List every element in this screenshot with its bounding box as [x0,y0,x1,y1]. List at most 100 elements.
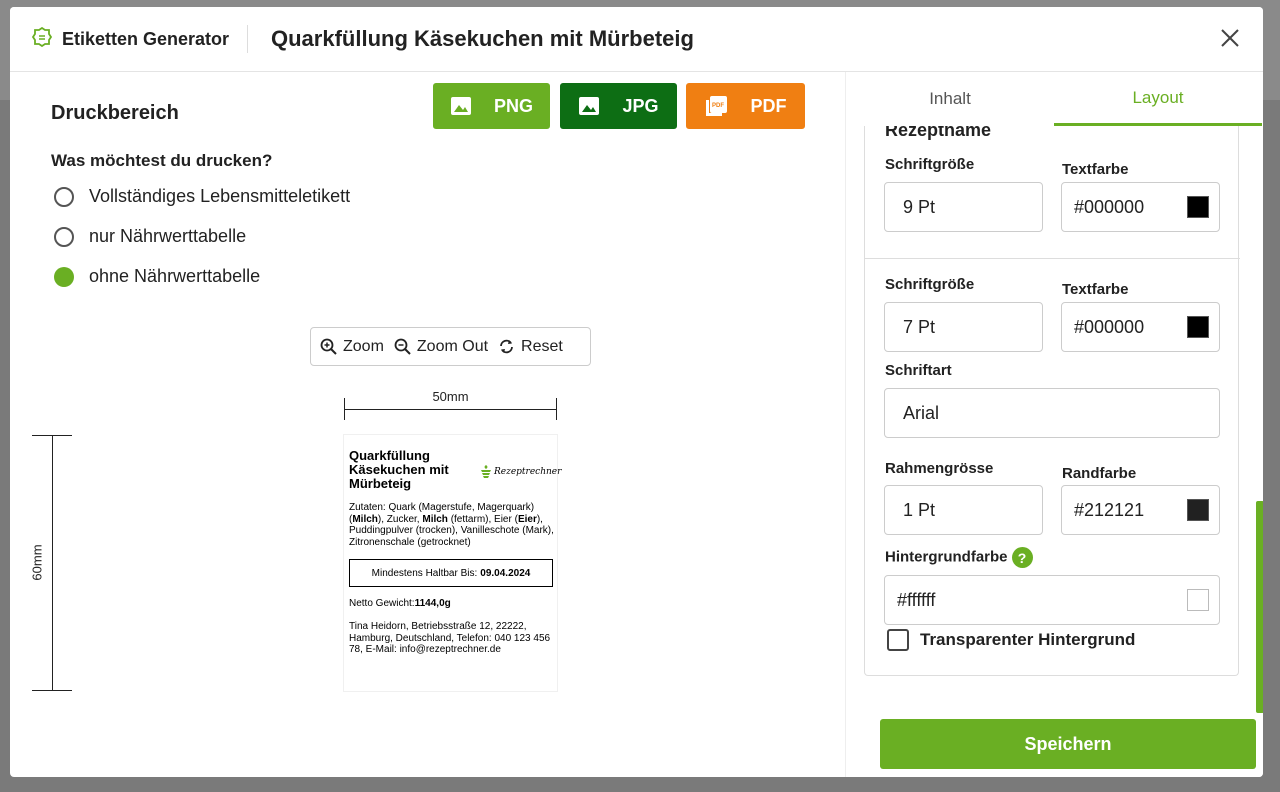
net-weight-value: 1144,0g [414,598,451,609]
dimension-tick [32,690,72,691]
border-size-label: Rahmengrösse [885,460,994,477]
height-dimension: 60mm [29,435,72,691]
width-dimension: 50mm [344,389,557,420]
font-family-value: Arial [903,402,940,423]
best-before-label: Mindestens Haltbar Bis: [371,567,478,579]
font-size-label: Schriftgröße [885,156,975,173]
font-family-select[interactable]: Arial [884,388,1220,438]
export-png-button[interactable]: PNG [433,83,550,129]
label-preview: Quarkfüllung Käsekuchen mit Mürbeteig Re… [344,435,561,691]
layout-settings-card: Rezeptname Schriftgröße Textfarbe 9 Pt #… [864,126,1240,676]
dimension-tick [344,398,345,420]
layout-settings-scroll[interactable]: Rezeptname Schriftgröße Textfarbe 9 Pt #… [846,126,1263,716]
allergen-text: Eier [517,513,537,525]
option-nutrition-only[interactable]: nur Nährwerttabelle [54,226,246,247]
reset-label: Reset [521,337,563,355]
net-weight-label: Netto Gewicht: [349,598,415,609]
settings-panel: Inhalt Layout Rezeptname Schriftgröße Te… [845,72,1263,777]
best-before-date: 09.04.2024 [480,567,531,579]
border-color-input[interactable]: #212121 [1061,485,1220,535]
zoom-toolbar: Zoom Zoom Out Reset [310,327,591,366]
modal-title: Quarkfüllung Käsekuchen mit Mürbeteig [271,26,694,51]
transparent-background-label: Transparenter Hintergrund [920,630,1136,649]
header-divider [247,25,248,53]
print-question: Was möchtest du drucken? [51,151,273,170]
radio-button[interactable] [54,226,74,247]
color-swatch[interactable] [1187,196,1209,218]
rezeptrechner-logo-icon [481,465,491,478]
image-icon [579,97,600,115]
transparent-background-option[interactable]: Transparenter Hintergrund [887,629,1135,651]
font-size-input[interactable]: 7 Pt [884,302,1043,352]
font-size-input[interactable]: 9 Pt [884,182,1043,232]
text-color-label: Textfarbe [1062,281,1129,298]
modal-header: Etiketten Generator Quarkfüllung Käsekuc… [10,7,1263,72]
background-color-label: Hintergrundfarbe? [885,547,1033,568]
zoom-out-button[interactable]: Zoom Out [394,338,488,356]
color-swatch[interactable] [1187,316,1209,338]
zoom-in-icon [320,338,337,355]
option-label: nur Nährwerttabelle [89,226,247,246]
radio-button-selected[interactable] [54,266,74,287]
brand-name: Etiketten Generator [62,29,230,49]
width-label: 50mm [432,389,469,404]
font-size-label: Schriftgröße [885,276,975,293]
print-area-panel: Druckbereich PNG JPG PDF PDF Was möchtes… [10,72,845,777]
scrollbar[interactable] [1256,501,1263,713]
zoom-in-label: Zoom [343,337,384,355]
background-color-text: Hintergrundfarbe [885,548,1008,566]
text-color-value: #000000 [1074,196,1145,217]
ingredients-text: ), Zucker, [377,513,423,525]
help-icon[interactable]: ? [1011,547,1033,568]
zoom-in-button[interactable]: Zoom [320,338,384,356]
option-full-label[interactable]: Vollständiges Lebensmitteletikett [54,186,350,207]
checkbox[interactable] [887,629,909,651]
label-logo-text: Rezeptrechner [494,467,562,477]
font-family-label: Schriftart [885,362,952,379]
allergen-text: Milch [352,513,378,525]
label-logo: Rezeptrechner [480,464,561,480]
pdf-file-icon: PDF [705,96,727,116]
label-ingredients: Zutaten: Quark (Magerstufe, Magerquark) … [349,502,555,548]
font-size-value: 7 Pt [903,316,936,337]
ingredients-text: (fettarm), Eier ( [447,513,518,525]
export-pdf-label: PDF [750,95,787,116]
border-color-label: Randfarbe [1062,465,1137,482]
dimension-line [52,435,53,691]
text-color-label: Textfarbe [1062,161,1129,178]
label-address: Tina Heidorn, Betriebsstraße 12, 22222, … [349,621,551,655]
export-png-label: PNG [493,95,533,116]
tab-layout[interactable]: Layout [1054,72,1262,126]
export-jpg-label: JPG [622,95,659,116]
background-color-value: #ffffff [897,589,936,610]
text-color-input[interactable]: #000000 [1061,182,1220,232]
radio-button[interactable] [54,186,74,207]
label-net-weight: Netto Gewicht:1144,0g [349,598,451,609]
option-label: ohne Nährwerttabelle [89,266,261,286]
svg-text:PDF: PDF [712,103,724,109]
image-icon [450,97,471,115]
brand-logo-icon [31,26,53,52]
color-swatch[interactable] [1187,499,1209,521]
tab-inhalt[interactable]: Inhalt [846,72,1054,126]
font-size-value: 9 Pt [903,196,936,217]
color-swatch[interactable] [1187,589,1209,611]
export-jpg-button[interactable]: JPG [560,83,677,129]
background-color-input[interactable]: #ffffff [884,575,1220,625]
border-size-input[interactable]: 1 Pt [884,485,1043,535]
reset-icon [500,339,513,354]
allergen-text: Milch [422,513,448,525]
dimension-tick [556,398,557,420]
save-button[interactable]: Speichern [880,719,1256,769]
label-recipe-title: Quarkfüllung Käsekuchen mit Mürbeteig [349,448,449,491]
section-heading: Rezeptname [885,126,992,140]
height-label: 60mm [29,544,45,581]
reset-button[interactable]: Reset [498,338,563,356]
label-best-before: Mindestens Haltbar Bis: 09.04.2024 [349,559,553,587]
close-icon [1221,29,1239,47]
export-pdf-button[interactable]: PDF PDF [686,83,805,129]
option-without-nutrition[interactable]: ohne Nährwerttabelle [54,266,260,287]
dimension-line [344,409,557,410]
close-button[interactable] [1217,25,1243,51]
text-color-input[interactable]: #000000 [1061,302,1220,352]
